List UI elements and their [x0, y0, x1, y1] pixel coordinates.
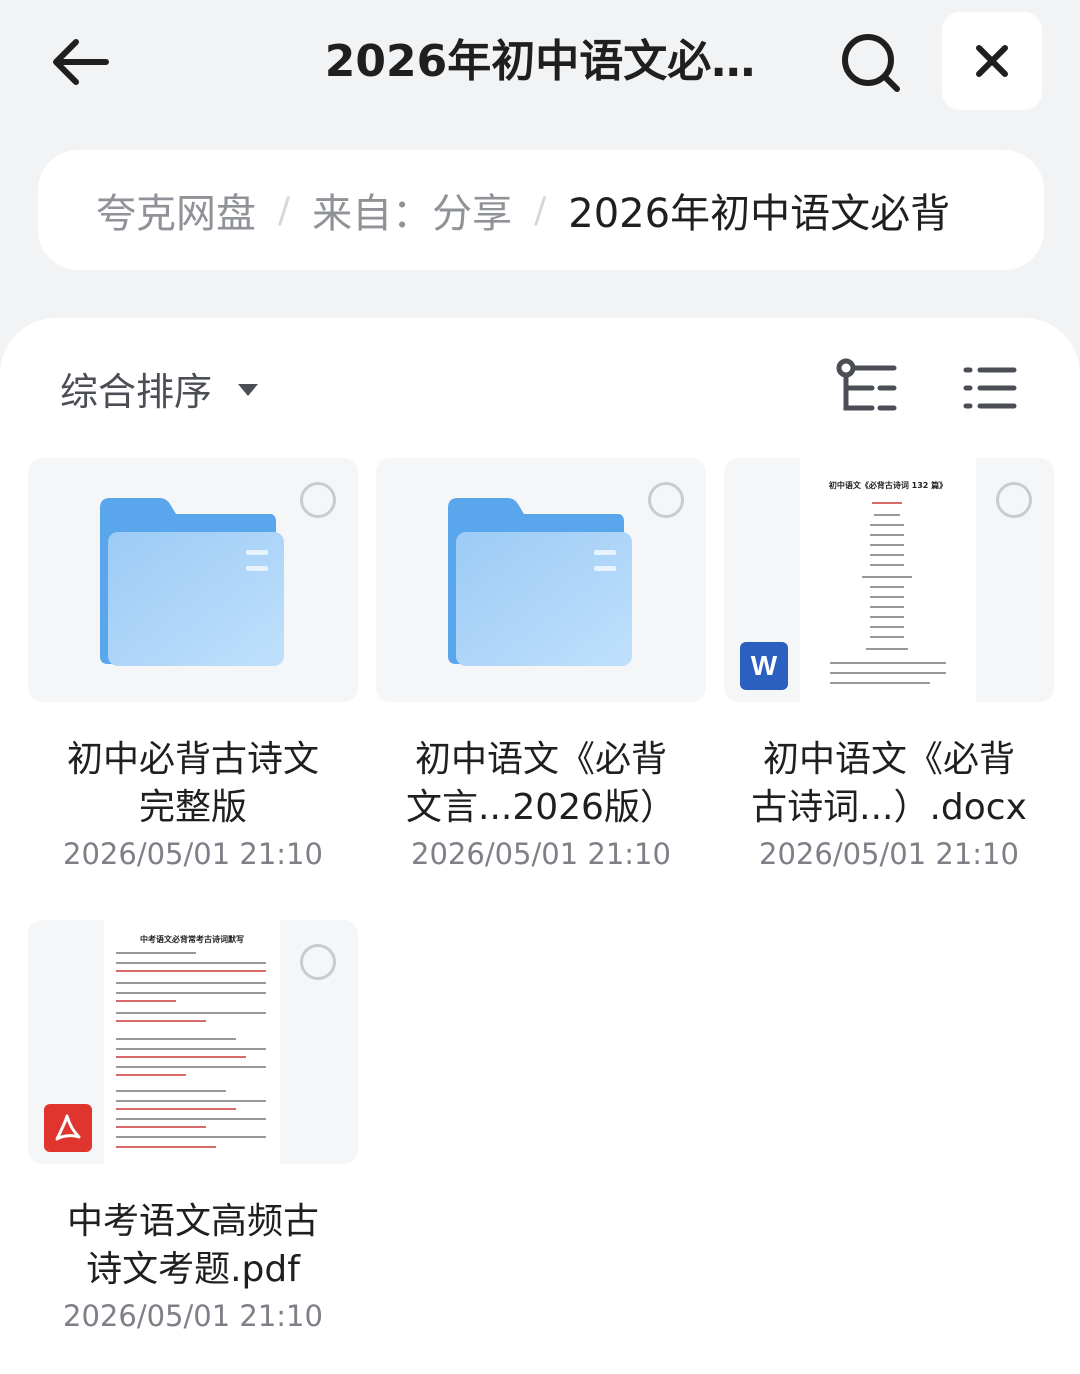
list-view-button[interactable]	[962, 358, 1018, 418]
sort-label: 综合排序	[60, 369, 213, 414]
folder-thumbnail	[376, 458, 706, 702]
select-checkbox[interactable]	[300, 944, 336, 980]
file-name-line: 初中语文《必背	[414, 739, 667, 780]
close-icon	[976, 45, 1008, 77]
sort-dropdown[interactable]: 综合排序	[60, 360, 259, 416]
tree-view-button[interactable]	[836, 358, 900, 418]
breadcrumb-separator: /	[278, 189, 291, 231]
select-checkbox[interactable]	[996, 482, 1032, 518]
select-checkbox[interactable]	[300, 482, 336, 518]
file-panel: 综合排序 初中必背古诗文 完整版 2026/05/01 21:10 初中语文《必…	[0, 318, 1080, 1374]
document-preview: 中考语文必背常考古诗词默写	[104, 920, 280, 1164]
file-name: 初中语文《必背 文言...2026版）	[376, 736, 706, 832]
breadcrumb-item-current: 2026年初中语文必背	[568, 191, 951, 237]
pdf-file-icon	[44, 1104, 92, 1152]
close-button[interactable]	[942, 12, 1042, 110]
header-bar: 2026年初中语文必…	[0, 0, 1080, 130]
page-title: 2026年初中语文必…	[324, 36, 756, 87]
breadcrumb-separator: /	[534, 189, 547, 231]
file-item-folder-2[interactable]: 初中语文《必背 文言...2026版） 2026/05/01 21:10	[376, 458, 706, 876]
word-badge-letter: W	[750, 650, 778, 681]
file-name: 初中语文《必背 古诗词...）.docx	[724, 736, 1054, 832]
file-name-line: 完整版	[138, 787, 247, 828]
file-name: 中考语文高频古 诗文考题.pdf	[28, 1198, 358, 1294]
preview-title: 中考语文必背常考古诗词默写	[140, 934, 244, 944]
folder-icon	[100, 498, 284, 666]
search-button[interactable]	[830, 22, 912, 104]
select-checkbox[interactable]	[648, 482, 684, 518]
tree-view-icon	[836, 358, 897, 411]
breadcrumb: 夸克网盘 / 来自：分享 / 2026年初中语文必背	[38, 150, 1044, 270]
file-date: 2026/05/01 21:10	[63, 837, 323, 871]
preview-title: 初中语文《必背古诗词 132 篇》	[828, 481, 948, 490]
breadcrumb-item-shared[interactable]: 来自：分享	[312, 181, 512, 239]
file-date: 2026/05/01 21:10	[759, 837, 1019, 871]
file-name-line: 初中必背古诗文	[66, 739, 319, 780]
file-name-line: 中考语文高频古	[66, 1201, 319, 1242]
file-item-docx[interactable]: 初中语文《必背古诗词 132 篇》 W 初中语文《必背 古诗词...）.docx…	[724, 458, 1054, 876]
list-view-icon	[963, 367, 1017, 409]
search-icon	[842, 34, 900, 92]
file-item-folder-1[interactable]: 初中必背古诗文 完整版 2026/05/01 21:10	[28, 458, 358, 876]
document-preview: 初中语文《必背古诗词 132 篇》	[800, 458, 976, 702]
caret-down-icon	[238, 384, 259, 396]
word-file-icon: W	[740, 642, 788, 690]
back-arrow-icon	[53, 39, 109, 85]
file-date: 2026/05/01 21:10	[63, 1299, 323, 1333]
file-name-line: 诗文考题.pdf	[86, 1249, 300, 1290]
folder-icon	[448, 498, 632, 666]
document-thumbnail: 中考语文必背常考古诗词默写	[28, 920, 358, 1164]
file-name: 初中必背古诗文 完整版	[28, 736, 358, 832]
file-name-line: 初中语文《必背	[762, 739, 1015, 780]
acrobat-icon	[55, 1114, 81, 1141]
document-thumbnail: 初中语文《必背古诗词 132 篇》 W	[724, 458, 1054, 702]
breadcrumb-item-root[interactable]: 夸克网盘	[96, 181, 256, 239]
file-name-line: 古诗词...）.docx	[751, 787, 1027, 828]
back-button[interactable]	[40, 22, 120, 102]
file-name-line: 文言...2026版）	[406, 787, 676, 828]
folder-thumbnail	[28, 458, 358, 702]
file-date: 2026/05/01 21:10	[411, 837, 671, 871]
file-item-pdf[interactable]: 中考语文必背常考古诗词默写 中考语文高频古 诗文考题.pdf 2026/05/0…	[28, 920, 358, 1338]
